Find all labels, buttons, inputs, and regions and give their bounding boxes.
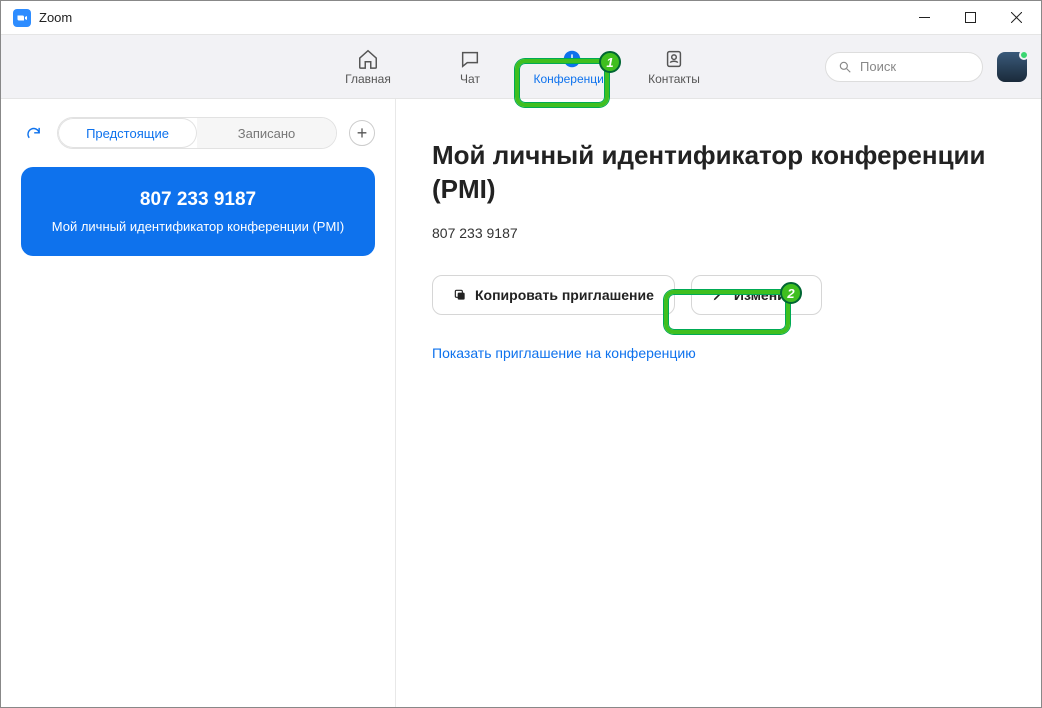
presence-dot-icon — [1019, 50, 1029, 60]
nav-tabs: Главная Чат Конференции Контакты — [326, 44, 716, 90]
avatar[interactable] — [997, 52, 1027, 82]
pmi-number: 807 233 9187 — [432, 225, 1005, 241]
titlebar: Zoom — [1, 1, 1041, 35]
sidebar-toolbar: Предстоящие Записано + — [21, 117, 375, 149]
search-input[interactable]: Поиск — [825, 52, 983, 82]
home-icon — [357, 48, 379, 70]
copy-invitation-button[interactable]: Копировать приглашение — [432, 275, 675, 315]
nav-label: Конференции — [533, 72, 610, 86]
meetings-filter-segment: Предстоящие Записано — [57, 117, 337, 149]
nav-label: Чат — [460, 72, 480, 86]
nav-contacts[interactable]: Контакты — [632, 44, 716, 90]
edit-label: Изменить — [734, 287, 801, 303]
nav-label: Контакты — [648, 72, 700, 86]
minimize-button[interactable] — [901, 2, 947, 34]
top-nav: Главная Чат Конференции Контакты Поиск — [1, 35, 1041, 99]
body: Предстоящие Записано + 807 233 9187 Мой … — [1, 99, 1041, 707]
zoom-logo-icon — [13, 9, 31, 27]
app-window: Zoom Главная Чат Конференции Контакты — [0, 0, 1042, 708]
contacts-icon — [663, 48, 685, 70]
sidebar: Предстоящие Записано + 807 233 9187 Мой … — [1, 99, 396, 707]
edit-button[interactable]: Изменить — [691, 275, 822, 315]
nav-home[interactable]: Главная — [326, 44, 410, 90]
page-title: Мой личный идентификатор конференции (PM… — [432, 139, 1005, 207]
pmi-card-sub: Мой личный идентификатор конференции (PM… — [39, 219, 357, 234]
copy-invitation-label: Копировать приглашение — [475, 287, 654, 303]
refresh-icon — [25, 125, 42, 142]
maximize-button[interactable] — [947, 2, 993, 34]
refresh-button[interactable] — [21, 121, 45, 145]
window-title: Zoom — [39, 10, 901, 25]
close-button[interactable] — [993, 2, 1039, 34]
search-icon — [838, 60, 852, 74]
tab-recorded[interactable]: Записано — [197, 118, 336, 148]
pmi-card[interactable]: 807 233 9187 Мой личный идентификатор ко… — [21, 167, 375, 256]
copy-icon — [453, 288, 467, 302]
search-placeholder: Поиск — [860, 59, 896, 74]
main-pane: Мой личный идентификатор конференции (PM… — [396, 99, 1041, 707]
pmi-card-id: 807 233 9187 — [39, 189, 357, 211]
plus-icon: + — [357, 123, 368, 144]
clock-icon — [561, 48, 583, 70]
show-invitation-link[interactable]: Показать приглашение на конференцию — [432, 345, 1005, 361]
nav-label: Главная — [345, 72, 391, 86]
window-controls — [901, 2, 1039, 34]
pencil-icon — [712, 288, 726, 302]
nav-chat[interactable]: Чат — [428, 44, 512, 90]
action-row: Копировать приглашение Изменить — [432, 275, 1005, 315]
tab-upcoming[interactable]: Предстоящие — [58, 118, 197, 148]
nav-meetings[interactable]: Конференции — [530, 44, 614, 90]
add-meeting-button[interactable]: + — [349, 120, 375, 146]
nav-right: Поиск — [825, 52, 1027, 82]
chat-icon — [459, 48, 481, 70]
